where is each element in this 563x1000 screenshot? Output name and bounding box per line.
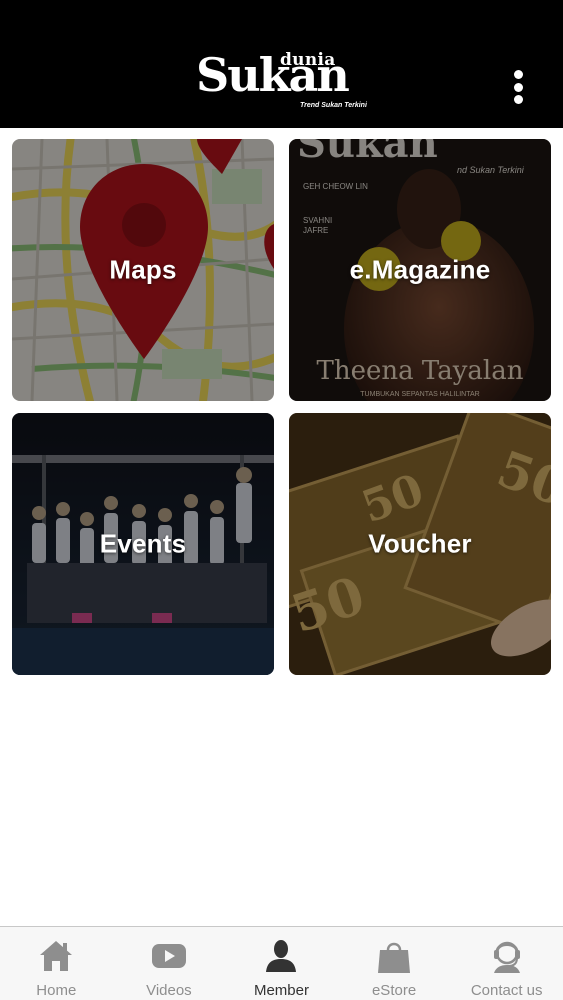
home-icon [40, 941, 73, 971]
video-play-icon [151, 944, 186, 968]
tab-home[interactable]: Home [0, 927, 113, 1000]
emagazine-label: e.Magazine [349, 254, 491, 285]
maps-tile[interactable]: Maps [12, 139, 274, 401]
shopping-bag-icon [378, 942, 411, 973]
maps-label: Maps [109, 254, 177, 285]
tab-videos-label: Videos [146, 982, 192, 999]
tab-contact-us[interactable]: Contact us [450, 927, 563, 1000]
tab-member[interactable]: Member [225, 927, 338, 1000]
more-vertical-icon[interactable] [505, 68, 531, 106]
tab-estore[interactable]: eStore [338, 927, 451, 1000]
bottom-tab-bar: Home Videos Member eStore Contact us [0, 926, 563, 1000]
dunia-sukan-logo[interactable]: dunia Sukan Trend Sukan Terkini [196, 44, 371, 114]
logo-sukan-text: Sukan [196, 48, 350, 102]
emagazine-tile[interactable]: Sukan nd Sukan Terkini GEH CHEOW LIN SVA… [289, 139, 551, 401]
events-tile[interactable]: Events [12, 413, 274, 675]
support-agent-icon [493, 941, 520, 973]
voucher-tile[interactable]: 50 50 50 Voucher [289, 413, 551, 675]
tab-contact-us-label: Contact us [470, 982, 543, 999]
user-icon [266, 940, 297, 972]
app-header: dunia Sukan Trend Sukan Terkini [0, 0, 563, 128]
voucher-label: Voucher [368, 528, 472, 559]
tab-member-label: Member [253, 982, 309, 999]
tab-home-label: Home [36, 982, 77, 999]
tab-estore-label: eStore [371, 982, 417, 999]
tab-videos[interactable]: Videos [113, 927, 226, 1000]
events-label: Events [99, 528, 187, 559]
logo-tagline: Trend Sukan Terkini [300, 102, 367, 109]
